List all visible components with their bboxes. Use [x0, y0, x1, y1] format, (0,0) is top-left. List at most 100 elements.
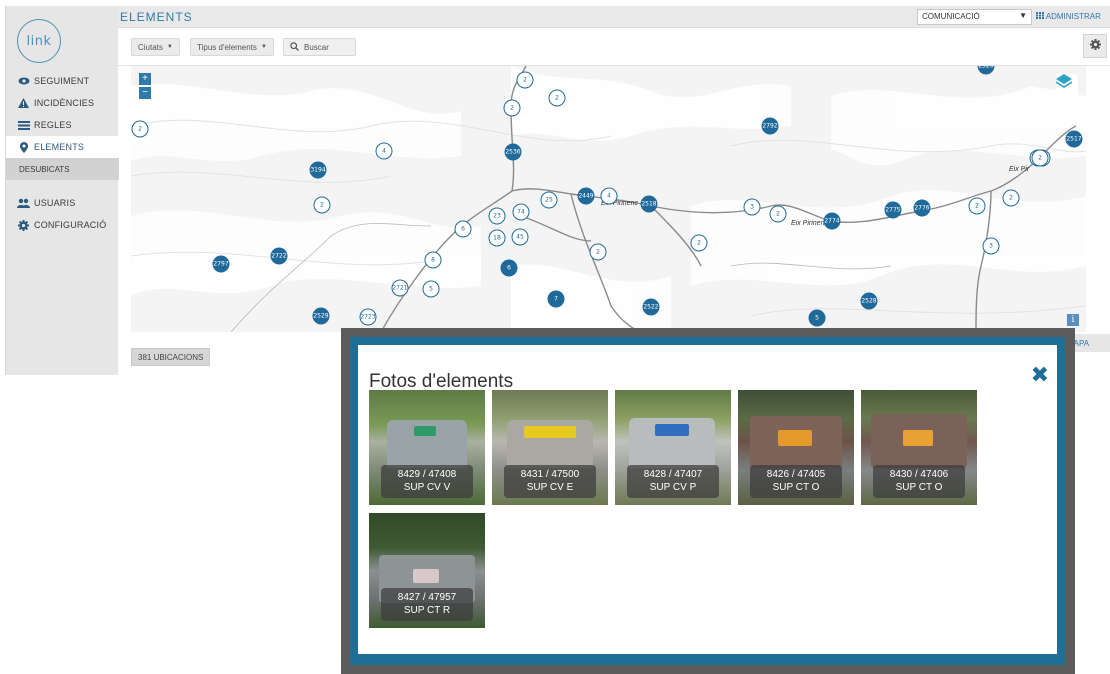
map-cluster-marker[interactable]: 2	[503, 99, 521, 117]
map-cluster-marker[interactable]: 2	[968, 197, 986, 215]
photo-thumbnail[interactable]: 8428 / 47407 SUP CV P	[615, 390, 731, 505]
sidebar-item-label: CONFIGURACIÓ	[34, 220, 107, 230]
photo-caption: 8426 / 47405 SUP CT O	[750, 465, 842, 498]
map-cluster-marker[interactable]: 6	[500, 259, 518, 277]
sidebar-item-usuaris[interactable]: USUARIS	[6, 192, 119, 214]
map-cluster-marker[interactable]: 2	[1031, 149, 1049, 167]
search-placeholder: Buscar	[304, 42, 329, 52]
photo-thumbnail[interactable]: 8427 / 47957 SUP CT R	[369, 513, 485, 628]
admin-label: ADMINISTRAR	[1045, 12, 1101, 21]
map-cluster-marker[interactable]: 4	[375, 142, 393, 160]
sidebar-item-label: INCIDÈNCIES	[34, 98, 95, 108]
map-cluster-marker[interactable]: 7	[547, 290, 565, 308]
map-cluster-marker[interactable]: 2792	[761, 117, 779, 135]
photo-thumbnail[interactable]: 8430 / 47406 SUP CT O	[861, 390, 977, 505]
search-input[interactable]: Buscar	[283, 38, 356, 56]
caret-down-icon: ▼	[1019, 11, 1027, 20]
road-label: Eix Pir	[1009, 166, 1030, 173]
map-cluster-marker[interactable]: 45	[511, 228, 529, 246]
locations-count: 381 UBICACIONS	[131, 348, 211, 366]
sidebar-item-label: ELEMENTS	[34, 142, 85, 152]
map-cluster-marker[interactable]: 8	[424, 251, 442, 269]
elements-map[interactable]: + − Eix Pirinenc Eix Pirinenc Eix Pir 22…	[131, 66, 1086, 332]
layers-button[interactable]	[1056, 74, 1078, 96]
admin-link[interactable]: ADMINISTRAR	[1036, 12, 1101, 21]
map-cluster-marker[interactable]: 2529	[312, 307, 330, 325]
photo-caption: 8428 / 47407 SUP CV P	[627, 465, 719, 498]
map-cluster-marker[interactable]: 2774	[823, 212, 841, 230]
company-select-value: COMUNICACIÓ	[922, 12, 980, 21]
app-logo[interactable]: link	[17, 19, 61, 63]
map-cluster-marker[interactable]: 2	[131, 120, 149, 138]
sidebar-nav: SEGUIMENT INCIDÈNCIES REGLES ELEMENTS DE…	[6, 70, 119, 236]
map-cluster-marker[interactable]: 2	[1002, 189, 1020, 207]
map-cluster-marker[interactable]: 2	[769, 205, 787, 223]
map-cluster-marker[interactable]: 2	[516, 71, 534, 89]
map-cluster-marker[interactable]: 5	[422, 280, 440, 298]
road-label: Eix Pirinenc	[791, 220, 828, 227]
map-cluster-marker[interactable]: 2721	[391, 279, 409, 297]
sidebar-item-incidencies[interactable]: INCIDÈNCIES	[6, 92, 119, 114]
photo-thumbnail[interactable]: 8426 / 47405 SUP CT O	[738, 390, 854, 505]
photo-thumbnail[interactable]: 8431 / 47500 SUP CV E	[492, 390, 608, 505]
rules-icon	[17, 119, 30, 131]
photos-modal: Fotos d'elements ✖ 8429 / 47408 SUP CV V …	[341, 328, 1075, 674]
photo-caption: 8429 / 47408 SUP CV V	[381, 465, 473, 498]
map-cluster-marker[interactable]: 2528	[860, 292, 878, 310]
map-cluster-marker[interactable]: 3194	[309, 161, 327, 179]
sidebar-item-regles[interactable]: REGLES	[6, 114, 119, 136]
map-cluster-marker[interactable]: 2	[313, 196, 331, 214]
map-cluster-marker[interactable]: 25	[540, 191, 558, 209]
warning-icon	[17, 97, 30, 109]
map-cluster-marker[interactable]: 6	[454, 220, 472, 238]
map-cluster-marker[interactable]: 2722	[270, 247, 288, 265]
map-cluster-marker[interactable]: 74	[512, 203, 530, 221]
map-cluster-marker[interactable]: 18	[488, 229, 506, 247]
photo-thumbnail[interactable]: 8429 / 47408 SUP CV V	[369, 390, 485, 505]
map-cluster-marker[interactable]: 4	[600, 187, 618, 205]
map-cluster-marker[interactable]: 2776	[913, 199, 931, 217]
caret-down-icon: ▼	[166, 44, 173, 50]
modal-border: Fotos d'elements ✖ 8429 / 47408 SUP CV V …	[350, 337, 1065, 665]
map-cluster-marker[interactable]: 3	[982, 237, 1000, 255]
map-cluster-marker[interactable]: 2449	[577, 187, 595, 205]
filter-toolbar: Ciutats ▼ Tipus d'elements ▼ Buscar	[118, 28, 1110, 66]
eye-icon	[17, 75, 30, 87]
gear-icon	[17, 219, 30, 231]
map-cluster-marker[interactable]: 3	[743, 198, 761, 216]
map-cluster-marker[interactable]: 2797	[212, 255, 230, 273]
map-cluster-marker[interactable]: 2518	[640, 195, 658, 213]
map-cluster-marker[interactable]: 2723	[359, 308, 377, 326]
close-icon[interactable]: ✖	[1031, 363, 1049, 388]
cities-dropdown[interactable]: Ciutats ▼	[131, 38, 180, 56]
zoom-in-button[interactable]: +	[139, 73, 151, 85]
sidebar-item-label: USUARIS	[34, 198, 76, 208]
map-cluster-marker[interactable]: 2	[589, 243, 607, 261]
zoom-out-button[interactable]: −	[139, 87, 151, 99]
element-types-dropdown[interactable]: Tipus d'elements ▼	[190, 38, 274, 56]
info-button[interactable]: i	[1067, 314, 1079, 326]
map-cluster-marker[interactable]: 2522	[642, 298, 660, 316]
search-icon	[290, 41, 299, 53]
map-cluster-marker[interactable]: 2	[548, 89, 566, 107]
users-icon	[17, 197, 30, 209]
map-cluster-marker[interactable]: 2536	[504, 143, 522, 161]
caret-down-icon: ▼	[260, 44, 267, 50]
map-cluster-marker[interactable]: 23	[488, 207, 506, 225]
map-cluster-marker[interactable]: 2517	[1065, 130, 1083, 148]
map-cluster-marker[interactable]: 2	[690, 234, 708, 252]
map-marker-icon	[17, 141, 30, 153]
logo-text: link	[26, 33, 52, 49]
sidebar-item-elements[interactable]: ELEMENTS	[6, 136, 119, 158]
sidebar-item-configuracio[interactable]: CONFIGURACIÓ	[6, 214, 119, 236]
photo-caption: 8430 / 47406 SUP CT O	[873, 465, 965, 498]
sidebar: link SEGUIMENT INCIDÈNCIES REGLES ELEMEN…	[5, 6, 119, 375]
grid-icon	[1036, 12, 1046, 21]
settings-button[interactable]	[1083, 34, 1107, 58]
map-cluster-marker[interactable]: 5	[808, 309, 826, 327]
sidebar-item-label: REGLES	[34, 120, 72, 130]
map-cluster-marker[interactable]: 2775	[884, 201, 902, 219]
sidebar-subitem-desubicats[interactable]: DESUBICATS	[6, 158, 119, 180]
sidebar-item-seguiment[interactable]: SEGUIMENT	[6, 70, 119, 92]
company-select[interactable]: COMUNICACIÓ ▼	[917, 9, 1032, 25]
